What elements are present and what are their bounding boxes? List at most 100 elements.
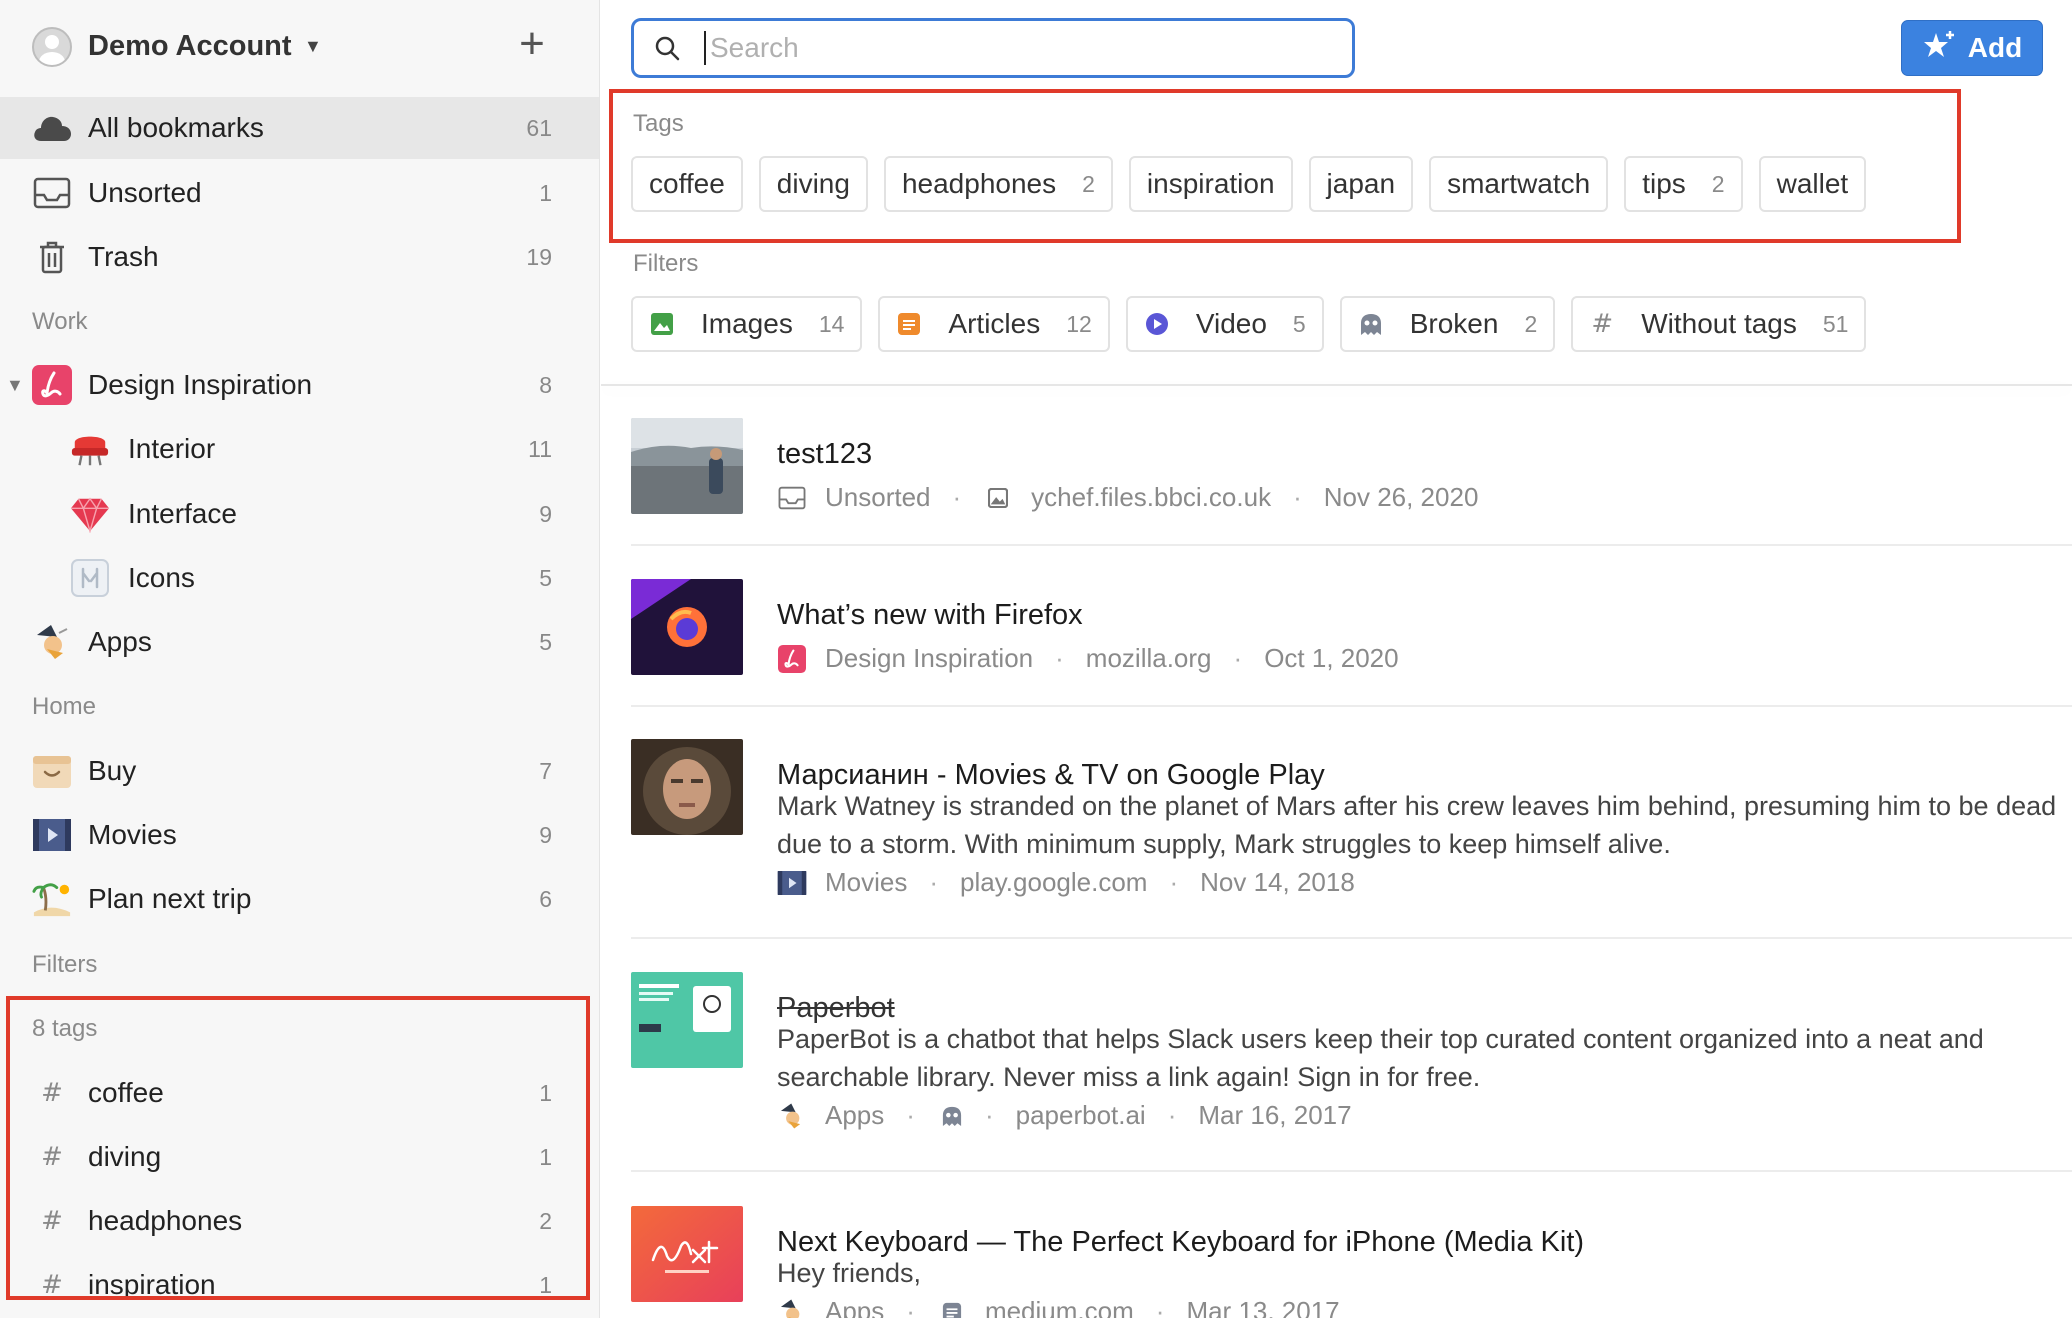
article-icon <box>937 1297 967 1318</box>
tag-chip-japan[interactable]: japan <box>1308 156 1414 212</box>
chip-label: Articles <box>948 308 1041 339</box>
chip-count: 2 <box>1711 170 1725 197</box>
sidebar-item-count: 1 <box>539 179 552 206</box>
icons-folder-icon <box>70 558 110 598</box>
sidebar-item-design-inspiration[interactable]: ▼ Design Inspiration 8 <box>0 354 599 416</box>
sidebar-item-apps[interactable]: Apps 5 <box>0 611 599 673</box>
tag-chip-diving[interactable]: diving <box>758 156 868 212</box>
sidebar-item-count: 19 <box>526 243 552 270</box>
sidebar-item-label: Trash <box>88 241 159 272</box>
sidebar-item-label: Design Inspiration <box>88 369 313 400</box>
apps-wizard-icon <box>32 622 72 662</box>
bookmark-item[interactable]: Paperbot PaperBot is a chatbot that help… <box>631 972 2072 1172</box>
filter-chip-video[interactable]: Video 5 <box>1125 296 1324 352</box>
video-icon <box>1144 311 1170 337</box>
bookmark-title[interactable]: What’s new with Firefox <box>777 599 1083 632</box>
bookmark-folder[interactable]: Design Inspiration <box>825 643 1033 674</box>
bookmark-date: Nov 26, 2020 <box>1323 482 1479 512</box>
sidebar-tag-count: 1 <box>539 1143 552 1170</box>
tag-chip-smartwatch[interactable]: smartwatch <box>1429 156 1609 212</box>
hash-icon: # <box>41 1142 63 1172</box>
filter-chip-broken[interactable]: Broken 2 <box>1339 296 1556 352</box>
sidebar-tag-coffee[interactable]: # coffee 1 <box>0 1062 599 1124</box>
bookmark-folder[interactable]: Apps <box>825 1100 884 1131</box>
account-name[interactable]: Demo Account <box>88 30 292 63</box>
bookmark-item[interactable]: test123 Unsorted · ychef.files.bbci.co.u… <box>631 418 2072 546</box>
chip-label: Without tags <box>1641 308 1797 339</box>
sidebar-item-buy[interactable]: Buy 7 <box>0 740 599 802</box>
collapse-caret-icon[interactable]: ▼ <box>6 375 24 396</box>
tags-chip-list: coffee diving headphones 2 inspiration ja… <box>631 156 1867 212</box>
bookmark-thumbnail <box>631 972 743 1068</box>
sidebar-tag-label: diving <box>88 1141 162 1172</box>
account-switcher[interactable]: Demo Account ▼ + <box>0 0 599 94</box>
filter-chip-images[interactable]: Images 14 <box>631 296 863 352</box>
shopping-box-icon <box>32 751 72 791</box>
sidebar-tag-count: 1 <box>539 1079 552 1106</box>
separator-dot: · <box>929 867 939 897</box>
section-label-home: Home <box>32 693 97 720</box>
bookmark-folder[interactable]: Apps <box>825 1296 884 1318</box>
bookmark-folder[interactable]: Movies <box>825 867 907 898</box>
bookmark-item[interactable]: Next Keyboard — The Perfect Keyboard for… <box>631 1206 2072 1318</box>
bookmark-excerpt: Hey friends, <box>777 1258 922 1288</box>
chip-label: smartwatch <box>1447 168 1591 199</box>
sidebar-item-label: Interface <box>128 498 237 529</box>
chip-label: coffee <box>649 168 725 199</box>
sidebar-tag-inspiration[interactable]: # inspiration 1 <box>0 1254 599 1316</box>
sidebar-item-interior[interactable]: Interior 11 <box>0 418 599 480</box>
sidebar-tag-diving[interactable]: # diving 1 <box>0 1126 599 1188</box>
bookmark-thumbnail <box>631 418 743 514</box>
sidebar-item-label: Icons <box>128 562 195 593</box>
tag-chip-headphones[interactable]: headphones 2 <box>883 156 1113 212</box>
separator-dot: · <box>1155 1296 1165 1318</box>
tag-chip-coffee[interactable]: coffee <box>631 156 743 212</box>
sidebar-item-count: 8 <box>539 371 552 398</box>
inbox-icon <box>32 173 72 213</box>
filter-chip-articles[interactable]: Articles 12 <box>878 296 1110 352</box>
sidebar-item-trash[interactable]: Trash 19 <box>0 226 599 288</box>
sidebar-item-movies[interactable]: Movies 9 <box>0 804 599 866</box>
sidebar-item-interface[interactable]: Interface 9 <box>0 483 599 545</box>
separator-dot: · <box>1167 1100 1177 1130</box>
bookmark-excerpt: PaperBot is a chatbot that helps Slack u… <box>777 1024 1984 1092</box>
film-icon <box>32 815 72 855</box>
tag-chip-inspiration[interactable]: inspiration <box>1128 156 1293 212</box>
chip-count: 2 <box>1524 310 1538 337</box>
add-bookmark-button[interactable]: Add <box>1901 20 2043 76</box>
bookmark-excerpt: Mark Watney is stranded on the planet of… <box>777 791 2057 859</box>
bookmark-item[interactable]: Марсианин - Movies & TV on Google Play M… <box>631 739 2072 939</box>
search-icon <box>654 35 680 61</box>
sparkle-star-icon <box>1922 29 1956 68</box>
filter-chip-without-tags[interactable]: # Without tags 51 <box>1571 296 1867 352</box>
ruby-gem-icon <box>70 494 110 534</box>
sidebar-item-plan-next-trip[interactable]: Plan next trip 6 <box>0 868 599 930</box>
bookmark-folder[interactable]: Unsorted <box>825 482 931 513</box>
bookmark-title[interactable]: test123 <box>777 438 872 471</box>
bookmark-meta: Movies · play.google.com · Nov 14, 2018 <box>777 867 1355 898</box>
section-label-tags: 8 tags <box>32 1015 98 1042</box>
sidebar-tag-headphones[interactable]: # headphones 2 <box>0 1190 599 1252</box>
search-box[interactable] <box>631 18 1355 78</box>
trash-icon <box>32 237 72 277</box>
chip-label: japan <box>1326 168 1396 199</box>
inbox-icon <box>777 483 807 513</box>
sidebar-item-label: Apps <box>88 626 152 657</box>
bookmark-date: Mar 13, 2017 <box>1186 1296 1340 1318</box>
sidebar-item-all-bookmarks[interactable]: All bookmarks 61 <box>0 97 599 159</box>
apps-wizard-icon <box>777 1297 807 1318</box>
sidebar-item-label: Movies <box>88 819 177 850</box>
sidebar-item-icons[interactable]: Icons 5 <box>0 547 599 609</box>
sidebar-item-unsorted[interactable]: Unsorted 1 <box>0 162 599 224</box>
tag-chip-wallet[interactable]: wallet <box>1758 156 1867 212</box>
chevron-down-icon[interactable]: ▼ <box>304 36 322 57</box>
filters-section-title: Filters <box>633 250 699 277</box>
tag-chip-tips[interactable]: tips 2 <box>1624 156 1743 212</box>
search-input[interactable] <box>704 31 1334 65</box>
sidebar-item-count: 9 <box>539 821 552 848</box>
image-type-icon <box>983 483 1013 513</box>
bookmark-item[interactable]: What’s new with Firefox Design Inspirati… <box>631 579 2072 707</box>
separator-dot: · <box>1233 643 1243 673</box>
new-collection-button[interactable]: + <box>512 22 552 70</box>
chip-count: 12 <box>1066 310 1092 337</box>
